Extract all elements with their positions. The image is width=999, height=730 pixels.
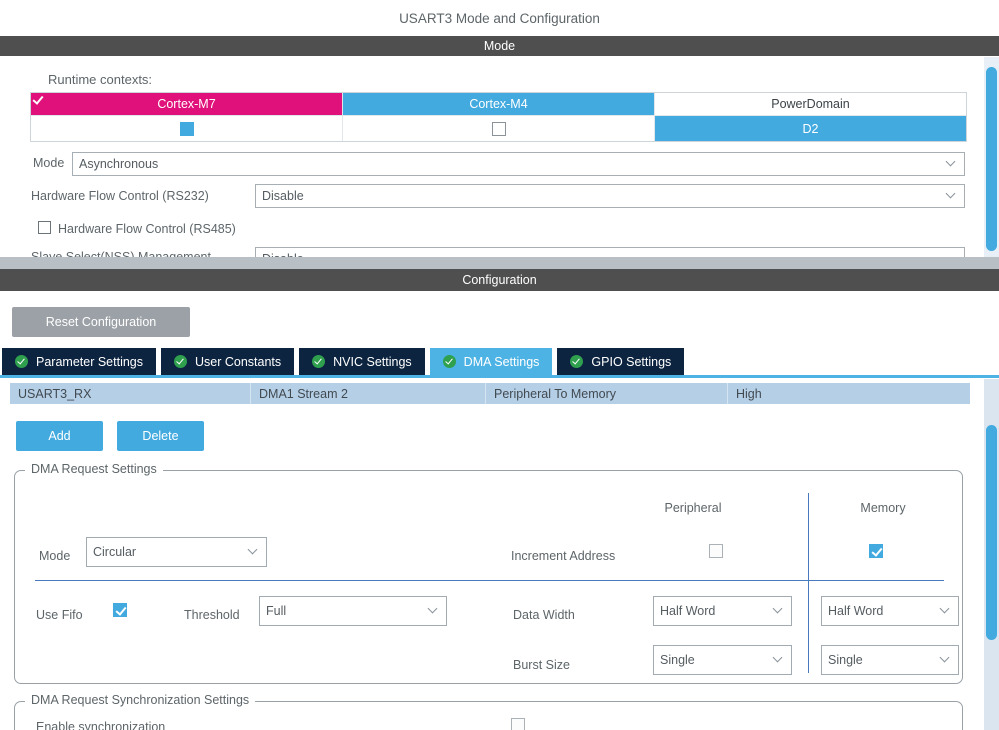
usart3-configuration-window: USART3 Mode and Configuration Mode Runti… [0, 0, 999, 730]
cortex-m7-cell [31, 115, 343, 141]
reset-configuration-button[interactable]: Reset Configuration [12, 307, 190, 337]
threshold-select[interactable]: Full [259, 596, 447, 626]
data-width-peripheral-select[interactable]: Half Word [653, 596, 792, 626]
tab-label: GPIO Settings [591, 354, 672, 369]
rs485-checkbox[interactable] [38, 221, 51, 234]
tab-label: DMA Settings [463, 354, 540, 369]
cortex-m7-header: Cortex-M7 [31, 93, 343, 115]
mode-select-value: Asynchronous [79, 157, 159, 171]
config-panel-scrollbar-thumb[interactable] [986, 425, 997, 640]
data-width-memory-value: Half Word [828, 604, 884, 618]
configuration-tabs: Parameter Settings User Constants NVIC S… [2, 348, 685, 375]
dma-table-selected-row[interactable]: USART3_RX DMA1 Stream 2 Peripheral To Me… [10, 383, 970, 404]
mode-section-header: Mode [0, 36, 999, 56]
threshold-value: Full [266, 604, 287, 618]
configuration-section-header: Configuration [0, 269, 999, 291]
add-button[interactable]: Add [16, 421, 103, 451]
check-circle-icon [15, 355, 28, 368]
data-width-memory-select[interactable]: Half Word [821, 596, 959, 626]
dma-sync-settings-group: DMA Request Synchronization Settings Ena… [14, 693, 963, 730]
rs485-label: Hardware Flow Control (RS485) [58, 222, 236, 236]
burst-size-label: Burst Size [513, 658, 570, 672]
memory-column-header: Memory [860, 501, 906, 515]
enable-synchronization-label: Enable synchronization [36, 720, 166, 730]
page-title: USART3 Mode and Configuration [0, 0, 999, 36]
increment-address-label: Increment Address [511, 549, 616, 563]
dma-request-cell: USART3_RX [18, 386, 92, 401]
chevron-down-icon [945, 156, 956, 167]
tab-label: User Constants [195, 354, 282, 369]
runtime-contexts-header-row: Cortex-M7 Cortex-M4 PowerDomain [31, 93, 966, 115]
cortex-m4-cell [343, 115, 655, 141]
enable-synchronization-checkbox[interactable] [511, 718, 525, 730]
chevron-down-icon [939, 603, 950, 614]
rs232-select-value: Disable [262, 189, 304, 203]
burst-size-peripheral-select[interactable]: Single [653, 645, 792, 675]
rs232-field-label: Hardware Flow Control (RS232) [31, 189, 209, 203]
chevron-down-icon [939, 652, 950, 663]
cortex-m4-checkbox[interactable] [491, 121, 506, 136]
burst-size-memory-select[interactable]: Single [821, 645, 959, 675]
tab-user-constants[interactable]: User Constants [161, 348, 295, 375]
mode-panel-scrollbar-thumb[interactable] [986, 67, 997, 251]
chevron-down-icon [772, 652, 783, 663]
check-circle-icon [442, 355, 456, 368]
group-legend: DMA Request Synchronization Settings [25, 693, 256, 707]
threshold-label: Threshold [184, 608, 240, 622]
clipped-field-label: Slave Select(NSS) Management [31, 250, 211, 257]
tab-parameter-settings[interactable]: Parameter Settings [2, 348, 156, 375]
chevron-down-icon [427, 603, 438, 614]
group-legend: DMA Request Settings [25, 462, 163, 476]
tab-nvic-settings[interactable]: NVIC Settings [299, 348, 425, 375]
delete-button[interactable]: Delete [117, 421, 204, 451]
check-circle-icon [312, 355, 326, 368]
tab-label: Parameter Settings [36, 354, 143, 369]
mode-field-label: Mode [33, 156, 65, 170]
active-tab-underline [0, 375, 999, 378]
tab-gpio-settings[interactable]: GPIO Settings [557, 348, 685, 375]
panel-splitter[interactable] [0, 257, 999, 269]
chevron-down-icon [772, 603, 783, 614]
use-fifo-checkbox[interactable] [113, 603, 127, 617]
check-circle-icon [570, 355, 584, 368]
peripheral-column-header: Peripheral [664, 501, 722, 515]
dma-stream-cell: DMA1 Stream 2 [250, 383, 485, 404]
tab-dma-settings[interactable]: DMA Settings [429, 348, 553, 375]
runtime-contexts-label: Runtime contexts: [48, 72, 153, 87]
rs232-select[interactable]: Disable [255, 184, 965, 208]
runtime-contexts-value-row: D2 [31, 115, 966, 141]
use-fifo-label: Use Fifo [36, 608, 83, 622]
mode-panel: Runtime contexts: Cortex-M7 Cortex-M4 Po… [0, 56, 984, 257]
runtime-contexts-table: Cortex-M7 Cortex-M4 PowerDomain D2 [30, 92, 967, 142]
dma-priority-cell: High [727, 383, 970, 404]
cortex-m7-checkbox[interactable] [179, 121, 194, 136]
dma-mode-select[interactable]: Circular [86, 537, 267, 567]
power-domain-value: D2 [655, 115, 966, 141]
section-divider-line [35, 580, 944, 581]
power-domain-header: PowerDomain [655, 93, 966, 115]
dma-mode-value: Circular [93, 545, 137, 559]
chevron-down-icon [247, 544, 258, 555]
data-width-label: Data Width [513, 608, 575, 622]
dma-request-settings-group: DMA Request Settings Peripheral Memory M… [14, 462, 963, 684]
dma-direction-cell: Peripheral To Memory [485, 383, 727, 404]
burst-size-peripheral-value: Single [660, 653, 695, 667]
clipped-field-select[interactable]: Disable [255, 247, 965, 257]
data-width-peripheral-value: Half Word [660, 604, 716, 618]
dma-mode-label: Mode [39, 549, 71, 563]
check-circle-icon [174, 355, 187, 368]
tab-label: NVIC Settings [333, 354, 412, 369]
mode-select[interactable]: Asynchronous [72, 152, 965, 176]
increment-address-peripheral-checkbox[interactable] [709, 544, 723, 558]
burst-size-memory-value: Single [828, 653, 863, 667]
increment-address-memory-checkbox[interactable] [869, 544, 883, 558]
chevron-down-icon [945, 188, 956, 199]
column-divider-line [808, 493, 809, 673]
cortex-m4-header: Cortex-M4 [343, 93, 655, 115]
